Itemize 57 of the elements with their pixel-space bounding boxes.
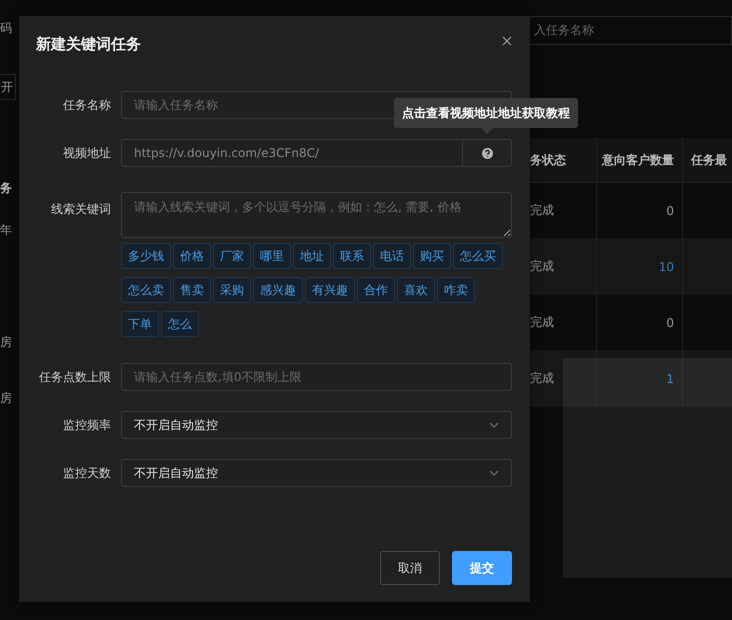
keyword-tag[interactable]: 联系 xyxy=(333,243,371,269)
chevron-icon xyxy=(489,470,499,476)
help-button[interactable] xyxy=(462,139,512,167)
count-link[interactable]: 1 xyxy=(596,351,683,406)
count-cell: 0 xyxy=(596,183,683,238)
dialog-title: 新建关键词任务 xyxy=(36,36,141,52)
filter-option[interactable]: 开 xyxy=(0,74,16,100)
field-label: 线索关键词 xyxy=(50,201,111,218)
keyword-tag[interactable]: 采购 xyxy=(213,277,251,303)
status-cell-text: 完成 xyxy=(530,314,555,331)
keyword-tag[interactable]: 有兴趣 xyxy=(305,277,355,303)
url-field[interactable]: https://v.douyin.com/e3CFn8C/ xyxy=(121,139,462,167)
keyword-tag[interactable]: 哪里 xyxy=(253,243,291,269)
chevron-icon xyxy=(489,422,499,428)
keyword-tag[interactable]: 价格 xyxy=(173,243,211,269)
table-cell: 年 xyxy=(0,224,12,236)
field-label: 任务点数上限 xyxy=(38,369,111,386)
keyword-tag[interactable]: 怎么 xyxy=(161,311,199,337)
keyword-tag[interactable]: 厂家 xyxy=(213,243,251,269)
keyword-tag[interactable]: 怎么卖 xyxy=(121,277,171,303)
status-cell-text: 完成 xyxy=(530,258,555,275)
column-header: 务状态 xyxy=(530,152,567,168)
keyword-tag[interactable]: 购买 xyxy=(413,243,451,269)
count-cell: 0 xyxy=(596,295,683,350)
select-field[interactable]: 不开启自动监控 xyxy=(121,411,512,439)
count-link[interactable]: 10 xyxy=(596,239,683,294)
keyword-tag[interactable]: 感兴趣 xyxy=(253,277,303,303)
keyword-tag[interactable]: 电话 xyxy=(373,243,411,269)
column-header: 任务最 xyxy=(690,152,728,168)
tooltip-arrow xyxy=(481,128,493,134)
keyword-tag[interactable]: 售卖 xyxy=(173,277,211,303)
select-field[interactable]: 不开启自动监控 xyxy=(121,459,512,487)
cancel-button[interactable]: 取消 xyxy=(380,551,440,585)
close-button[interactable] xyxy=(502,36,512,46)
keyword-tag[interactable]: 合作 xyxy=(357,277,395,303)
table-cell: 房 xyxy=(0,336,12,348)
status-cell-text: 完成 xyxy=(530,370,555,387)
field-label: 视频地址 xyxy=(62,145,111,162)
help-icon xyxy=(482,148,492,158)
keyword-tag[interactable]: 喜欢 xyxy=(397,277,435,303)
field-label: 监控频率 xyxy=(62,417,111,434)
status-cell-text: 完成 xyxy=(530,202,555,219)
keywords-field[interactable]: 请输入线索关键词，多个以逗号分隔，例如：怎么, 需要, 价格 xyxy=(121,192,512,238)
input-field[interactable]: 请输入任务点数,填0不限制上限 xyxy=(121,363,512,391)
keyword-tag[interactable]: 地址 xyxy=(293,243,331,269)
form-label: 码 xyxy=(0,22,12,34)
column-header: 务 xyxy=(0,182,12,194)
table-cell: 房 xyxy=(0,392,12,404)
field-label: 任务名称 xyxy=(62,97,111,114)
close-icon xyxy=(502,36,512,46)
field-label: 监控天数 xyxy=(62,465,111,482)
search-field[interactable]: 入任务名称 xyxy=(530,16,732,45)
keyword-tag[interactable]: 多少钱 xyxy=(121,243,171,269)
column-header: 意向客户数量 xyxy=(596,138,683,182)
keyword-tag[interactable]: 咋卖 xyxy=(437,277,475,303)
keyword-tag[interactable]: 下单 xyxy=(121,311,159,337)
keyword-tag[interactable]: 怎么买 xyxy=(453,243,503,269)
